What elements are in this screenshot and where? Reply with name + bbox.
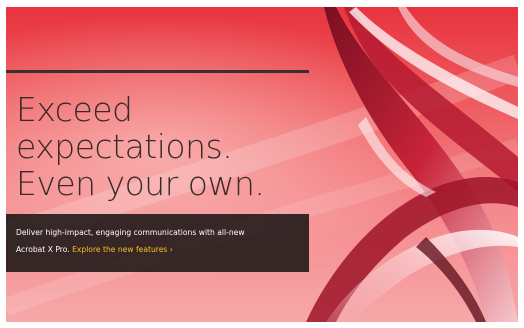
explore-features-link[interactable]: Explore the new features › [72, 245, 173, 254]
headline: Exceed expectations. Even your own. [16, 91, 316, 202]
headline-line-2: expectations. [16, 127, 233, 166]
promo-text-box: Deliver high-impact, engaging communicat… [6, 214, 309, 272]
promo-line-1: Deliver high-impact, engaging communicat… [16, 228, 245, 237]
page-frame: Exceed expectations. Even your own. Deli… [0, 0, 524, 328]
headline-line-3: Even your own. [16, 164, 265, 203]
promo-product-text: Acrobat X Pro. [16, 245, 70, 254]
headline-line-1: Exceed [16, 90, 133, 129]
promo-line-2: Acrobat X Pro. Explore the new features … [16, 241, 309, 258]
promo-banner[interactable]: Exceed expectations. Even your own. Deli… [6, 7, 518, 322]
headline-rule [6, 70, 309, 73]
